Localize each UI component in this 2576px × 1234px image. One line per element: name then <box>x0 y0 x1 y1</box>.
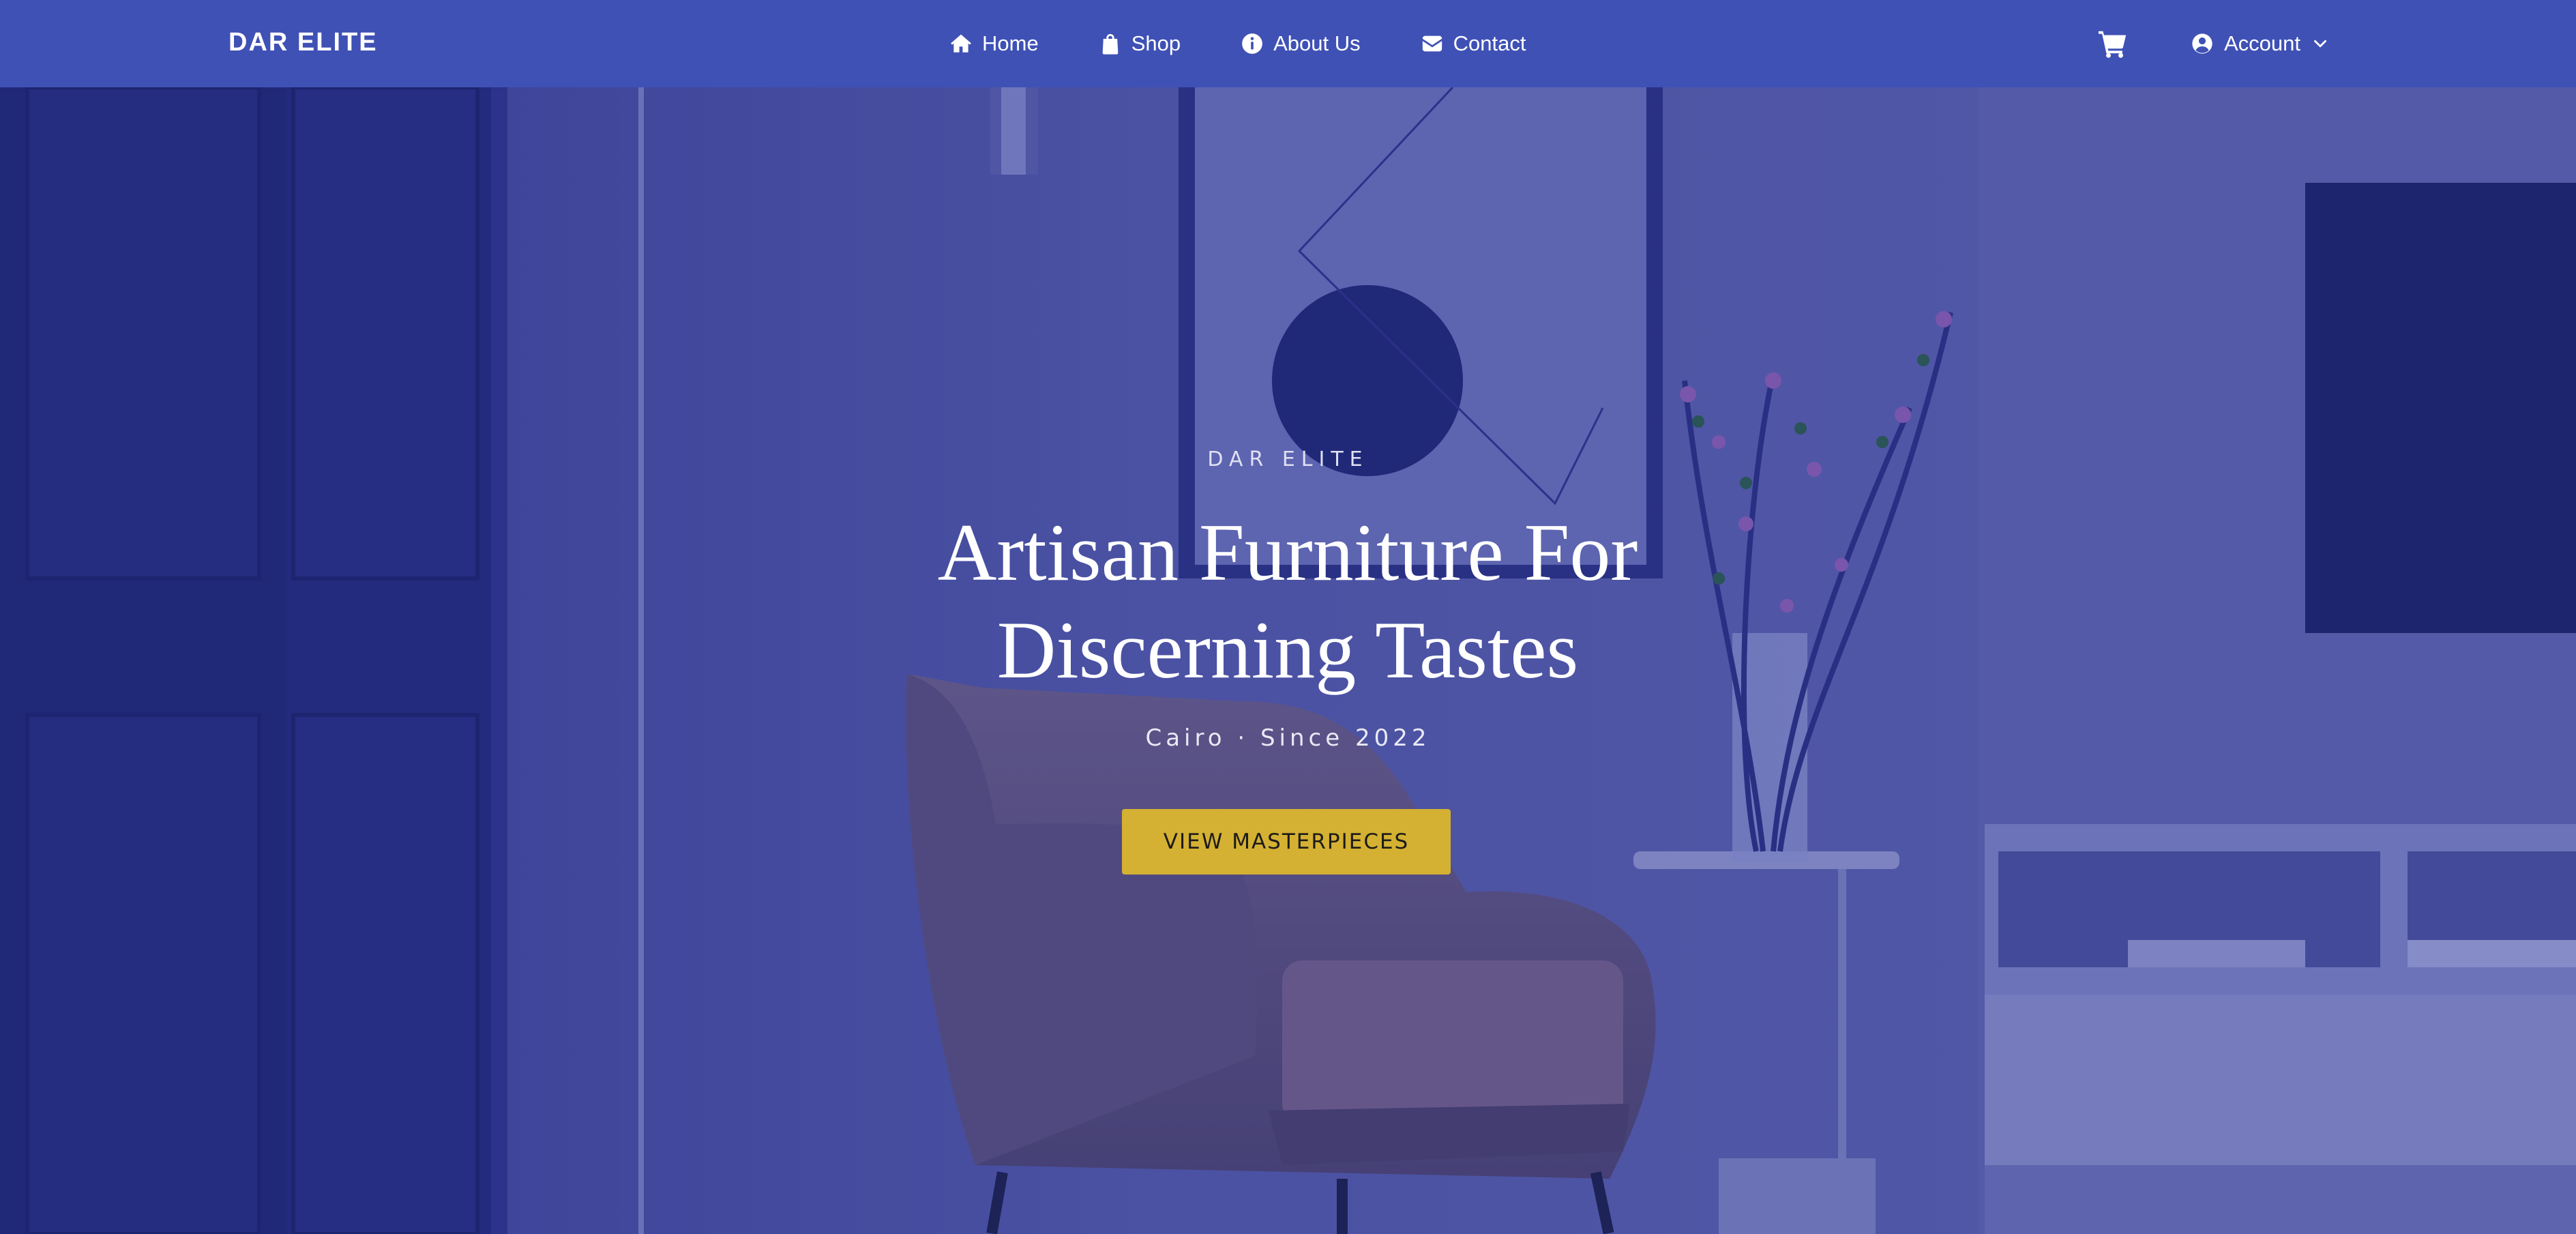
nav-item-label: Home <box>982 31 1039 55</box>
account-label: Account <box>2223 31 2300 55</box>
nav-item-contact[interactable]: Contact <box>1421 31 1526 56</box>
top-navbar: DAR ELITE Home Shop About Us Contact Acc… <box>0 0 2576 87</box>
hero-title-line-2: Discerning Tastes <box>996 604 1579 695</box>
hero-title: Artisan Furniture For Discerning Tastes <box>810 503 1765 699</box>
user-circle-icon <box>2191 33 2213 55</box>
shopping-cart-icon[interactable] <box>2097 28 2129 59</box>
nav-item-label: Contact <box>1453 31 1526 55</box>
envelope-icon <box>1421 32 1444 55</box>
nav-item-shop[interactable]: Shop <box>1099 31 1181 56</box>
shopping-bag-icon <box>1099 32 1122 55</box>
nav-item-about-us[interactable]: About Us <box>1241 31 1361 56</box>
hero-title-line-1: Artisan Furniture For <box>937 507 1638 598</box>
brand-logo[interactable]: DAR ELITE <box>228 0 378 87</box>
nav-right-group: Account <box>2097 0 2329 87</box>
hero-subtitle: Cairo · Since 2022 <box>1145 724 1431 752</box>
nav-item-label: Shop <box>1131 31 1181 55</box>
nav-item-label: About Us <box>1273 31 1361 55</box>
info-circle-icon <box>1241 32 1264 55</box>
chevron-down-icon <box>2311 35 2329 53</box>
hero-section: DAR ELITE Artisan Furniture For Discerni… <box>0 87 2576 1234</box>
home-icon <box>949 32 973 55</box>
hero-eyebrow: DAR ELITE <box>1207 447 1369 471</box>
account-menu[interactable]: Account <box>2191 31 2329 56</box>
hero-content: DAR ELITE Artisan Furniture For Discerni… <box>0 87 2576 1234</box>
view-masterpieces-button[interactable]: VIEW MASTERPIECES <box>1122 809 1451 875</box>
nav-item-home[interactable]: Home <box>949 31 1039 56</box>
main-nav: Home Shop About Us Contact <box>949 0 1526 87</box>
